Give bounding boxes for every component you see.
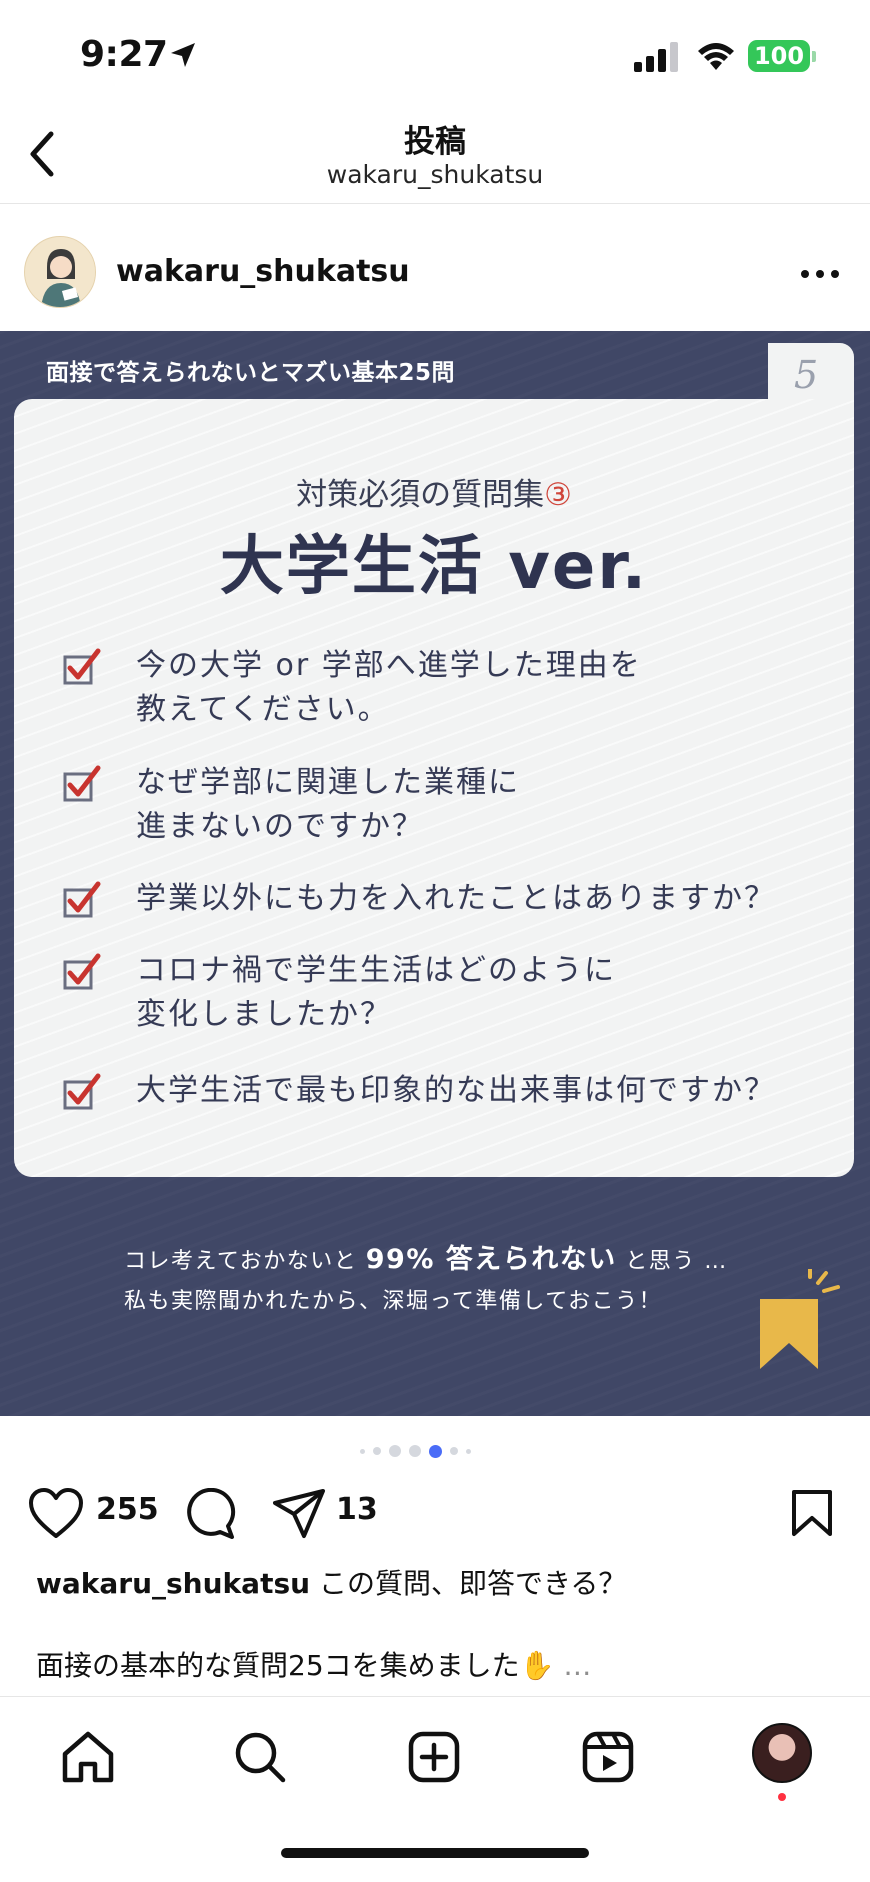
- carousel-dot: [373, 1447, 381, 1455]
- comment-icon[interactable]: [184, 1488, 236, 1540]
- share-count[interactable]: 13: [336, 1492, 378, 1527]
- question-line: 変化しましたか？: [136, 997, 392, 1032]
- question-item: 学業以外にも力を入れたことはありますか？: [62, 877, 842, 921]
- location-arrow-icon: [171, 43, 195, 67]
- home-indicator: [281, 1848, 589, 1858]
- tab-search[interactable]: [228, 1725, 292, 1789]
- carousel-dot: [409, 1445, 421, 1457]
- tab-reels[interactable]: [576, 1725, 640, 1789]
- status-time: 9:27: [80, 34, 168, 75]
- question-text: 大学生活で最も印象的な出来事は何ですか？: [136, 1069, 776, 1113]
- post-caption: wakaru_shukatsu この質問、即答できる？: [36, 1562, 626, 1602]
- carousel-dot: [389, 1445, 401, 1457]
- footer-bold: 99% 答えられない: [365, 1244, 617, 1275]
- question-line: 教えてください。: [136, 692, 390, 727]
- question-line: 大学生活で最も印象的な出来事は何ですか？: [136, 1073, 776, 1108]
- question-text: 学業以外にも力を入れたことはありますか？: [136, 877, 776, 921]
- card-subtitle-text: 対策必須の質問集: [296, 477, 545, 513]
- question-text: 今の大学 or 学部へ進学した理由を 教えてください。: [136, 644, 642, 732]
- question-item: コロナ禍で学生生活はどのように 変化しましたか？: [62, 949, 842, 1037]
- footer-pre: コレ考えておかないと: [124, 1249, 358, 1274]
- carousel-dot: [466, 1448, 471, 1454]
- more-options-button[interactable]: [796, 254, 844, 294]
- reels-icon: [582, 1731, 634, 1783]
- caption-more-link[interactable]: …: [555, 1649, 591, 1682]
- checkbox-checked-icon: [63, 953, 101, 990]
- checkbox-checked-icon: [63, 648, 101, 685]
- checkbox-checked-icon: [63, 881, 101, 918]
- question-item: 大学生活で最も印象的な出来事は何ですか？: [62, 1069, 842, 1113]
- avatar[interactable]: [24, 236, 96, 308]
- profile-avatar[interactable]: [752, 1723, 812, 1783]
- page-subtitle-username[interactable]: wakaru_shukatsu: [0, 160, 870, 189]
- carousel-dot: [360, 1448, 365, 1454]
- notification-dot: [778, 1793, 786, 1801]
- wifi-icon: [698, 43, 734, 70]
- page-title: 投稿: [404, 124, 466, 160]
- bookmark-decoration-icon: [760, 1269, 840, 1369]
- post-actions: 255 13: [0, 1480, 870, 1548]
- caption-text: この質問、即答できる？: [310, 1567, 627, 1600]
- battery-cap: [812, 51, 816, 62]
- signal-icon: [634, 42, 678, 72]
- create-icon: [408, 1731, 460, 1783]
- slide-page-number: 5: [794, 353, 819, 397]
- checkbox-checked-icon: [63, 1073, 101, 1110]
- card-title: 大学生活 ver.: [219, 530, 649, 604]
- carousel-dot-active: [429, 1444, 442, 1458]
- slide-footer-line1: コレ考えておかないと 99% 答えられない と思う …: [124, 1237, 728, 1276]
- footer-post: と思う …: [625, 1249, 728, 1274]
- more-dots-icon: [801, 270, 839, 278]
- post-header: wakaru_shukatsu: [0, 234, 870, 314]
- question-line: 進まないのですか？: [136, 809, 424, 844]
- battery-indicator: 100: [748, 40, 810, 72]
- heart-icon[interactable]: [28, 1488, 84, 1540]
- question-item: 今の大学 or 学部へ進学した理由を 教えてください。: [62, 644, 842, 732]
- status-bar: 9:27 100: [0, 0, 870, 110]
- card-subtitle: 対策必須の質問集③: [14, 469, 854, 514]
- question-line: コロナ禍で学生生活はどのように: [136, 953, 616, 988]
- question-text: コロナ禍で学生生活はどのように 変化しましたか？: [136, 949, 616, 1037]
- page-header: 投稿 wakaru_shukatsu: [0, 110, 870, 204]
- post-username[interactable]: wakaru_shukatsu: [116, 254, 410, 289]
- caption-line2: 面接の基本的な質問25コを集めました: [36, 1649, 520, 1682]
- question-line: なぜ学部に関連した業種に: [136, 765, 520, 800]
- share-icon[interactable]: [272, 1488, 326, 1540]
- raised-hand-emoji: ✋: [519, 1649, 555, 1682]
- question-item: なぜ学部に関連した業種に 進まないのですか？: [62, 761, 842, 849]
- post-caption-line2: 面接の基本的な質問25コを集めました✋ …: [36, 1644, 591, 1684]
- bookmark-icon[interactable]: [790, 1488, 834, 1538]
- search-icon: [235, 1732, 286, 1783]
- carousel-dot: [450, 1447, 458, 1455]
- checkbox-checked-icon: [63, 765, 101, 802]
- question-line: 学業以外にも力を入れたことはありますか？: [136, 881, 776, 916]
- question-line: 今の大学 or 学部へ進学した理由を: [136, 648, 642, 683]
- question-text: なぜ学部に関連した業種に 進まないのですか？: [136, 761, 520, 849]
- question-card: 対策必須の質問集③ 大学生活 ver. 今の大学 or 学部へ進学した理由を 教え…: [14, 399, 854, 1177]
- avatar-illustration: [25, 237, 95, 307]
- post-image-slide[interactable]: 面接で答えられないとマズい基本25問 5 対策必須の質問集③ 大学生活 ver.…: [0, 331, 870, 1416]
- home-icon: [62, 1731, 114, 1783]
- caption-username[interactable]: wakaru_shukatsu: [36, 1567, 310, 1600]
- slide-top-label: 面接で答えられないとマズい基本25問: [46, 360, 456, 386]
- card-subtitle-number: ③: [544, 477, 572, 513]
- carousel-dots: [360, 1444, 471, 1458]
- tab-create[interactable]: [402, 1725, 466, 1789]
- like-count[interactable]: 255: [96, 1492, 159, 1527]
- slide-footer-line2: 私も実際聞かれたから、深堀って準備しておこう！: [124, 1289, 663, 1314]
- tab-home[interactable]: [56, 1725, 120, 1789]
